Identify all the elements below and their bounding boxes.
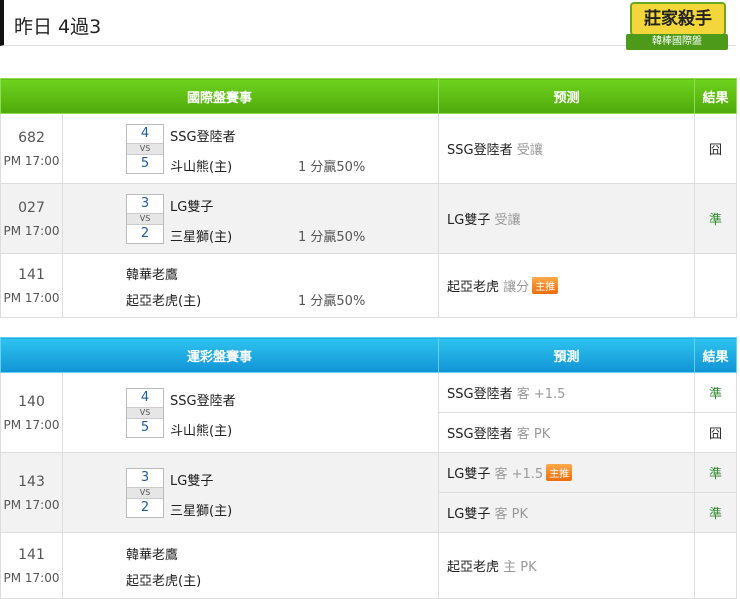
pick-note: 客 +1.5	[516, 387, 566, 402]
game-id: 143	[18, 473, 45, 490]
game-id: 141	[18, 266, 45, 283]
away-team: SSG登陸者	[170, 394, 236, 409]
score-box: 4 VS 5	[126, 124, 164, 174]
pick-team: SSG登陸者	[447, 143, 513, 158]
col-prediction: 預測	[438, 337, 696, 373]
away-score: 3	[140, 470, 150, 485]
home-team: 起亞老虎(主)	[126, 574, 202, 589]
table-row: 141 PM 17:00 韓華老鷹起亞老虎(主) 起亞老虎 主 PK	[0, 532, 738, 599]
vs-label: VS	[127, 213, 163, 225]
away-score: 3	[140, 196, 150, 211]
col-sport-match: 運彩盤賽事	[0, 337, 440, 373]
away-team: 韓華老鷹	[126, 268, 179, 283]
home-score: 5	[140, 156, 150, 171]
logo-main: 莊家殺手	[630, 2, 726, 36]
intl-table: 國際盤賽事 预测 結果 682 PM 17:00 4 VS 5 SSG登陸者 斗山熊(主) 1…	[0, 78, 738, 318]
result: 準	[694, 183, 738, 254]
vs-label: VS	[127, 487, 163, 499]
pick-note: 受讓	[494, 213, 521, 228]
game-id: 141	[18, 546, 45, 563]
result: 準	[694, 452, 738, 493]
col-prediction: 预测	[438, 78, 696, 114]
result: 準	[694, 492, 738, 533]
pick-note: 客 PK	[494, 507, 528, 522]
sport-lottery-table: 運彩盤賽事 預測 結果 140 PM 17:00 4 VS 5 SSG登陸者 斗山熊(主) …	[0, 337, 738, 599]
pick-team: LG雙子	[447, 467, 491, 482]
vs-label: VS	[127, 407, 163, 419]
result	[694, 253, 738, 318]
score-box: 3 VS 2	[126, 468, 164, 518]
game-time: PM 17:00	[3, 223, 60, 238]
logo-sub: 韓棒國際盤	[626, 34, 728, 50]
pick-note: 讓分	[503, 280, 530, 295]
game-time: PM 17:00	[3, 153, 60, 168]
home-score: 5	[140, 420, 150, 435]
away-team: LG雙子	[170, 474, 214, 489]
pick-team: 起亞老虎	[447, 280, 500, 295]
pick-team: SSG登陸者	[447, 427, 513, 442]
game-time: PM 17:00	[3, 290, 60, 305]
col-result: 結果	[694, 78, 738, 114]
pick-team: LG雙子	[447, 213, 491, 228]
game-id: 027	[18, 199, 45, 216]
score-box: 4 VS 5	[126, 388, 164, 438]
away-score: 4	[140, 126, 150, 141]
table-row: 027 PM 17:00 3 VS 2 LG雙子 三星獅(主) 1 分贏50% LG雙子 …	[0, 183, 738, 254]
result: 囧	[694, 113, 738, 184]
vs-label: VS	[127, 143, 163, 155]
page-title: 昨日 4過3	[14, 16, 102, 38]
home-team: 三星獅(主)	[170, 230, 233, 245]
home-team: 三星獅(主)	[170, 504, 233, 519]
pick-team: LG雙子	[447, 507, 491, 522]
pick-note: 受讓	[516, 143, 543, 158]
col-result: 結果	[694, 337, 738, 373]
result: 囧	[694, 412, 738, 453]
odds: 1 分贏50%	[298, 294, 366, 309]
away-team: LG雙子	[170, 200, 214, 215]
game-time: PM 17:00	[3, 417, 60, 432]
score-box: 3 VS 2	[126, 194, 164, 244]
game-time: PM 17:00	[3, 570, 60, 585]
game-id: 140	[18, 393, 45, 410]
pick-note: 主 PK	[503, 560, 537, 575]
pick-note: 客 PK	[516, 427, 551, 442]
table-row: 682 PM 17:00 4 VS 5 SSG登陸者 斗山熊(主) 1 分贏50% SSG…	[0, 113, 738, 184]
home-team: 斗山熊(主)	[170, 160, 233, 175]
top-pick-badge: 主推	[532, 277, 559, 294]
home-team: 起亞老虎(主)	[126, 294, 202, 309]
game-id: 682	[18, 129, 45, 146]
table-row: 141 PM 17:00 韓華老鷹起亞老虎(主) 1 分贏50% 起亞老虎 讓分 主推	[0, 253, 738, 318]
home-score: 2	[140, 500, 150, 515]
pick-team: 起亞老虎	[447, 560, 500, 575]
table-row: 140 PM 17:00 4 VS 5 SSG登陸者 斗山熊(主) SSG登陸者 客 +…	[0, 372, 738, 453]
result	[694, 532, 738, 599]
odds: 1 分贏50%	[298, 160, 366, 175]
away-score: 4	[140, 390, 150, 405]
away-team: 韓華老鷹	[126, 548, 179, 563]
odds: 1 分贏50%	[298, 230, 366, 245]
pick-note: 客 +1.5	[494, 467, 544, 482]
banker-killer-logo: 莊家殺手 韓棒國際盤	[622, 0, 734, 56]
table-row: 143 PM 17:00 3 VS 2 LG雙子 三星獅(主) LG雙子 客 +1.5 主…	[0, 452, 738, 533]
home-team: 斗山熊(主)	[170, 424, 233, 439]
top-pick-badge: 主推	[546, 464, 573, 481]
home-score: 2	[140, 226, 150, 241]
game-time: PM 17:00	[3, 497, 60, 512]
result: 準	[694, 372, 738, 413]
pick-team: SSG登陸者	[447, 387, 513, 402]
col-intl-match: 國際盤賽事	[0, 78, 440, 114]
away-team: SSG登陸者	[170, 130, 236, 145]
